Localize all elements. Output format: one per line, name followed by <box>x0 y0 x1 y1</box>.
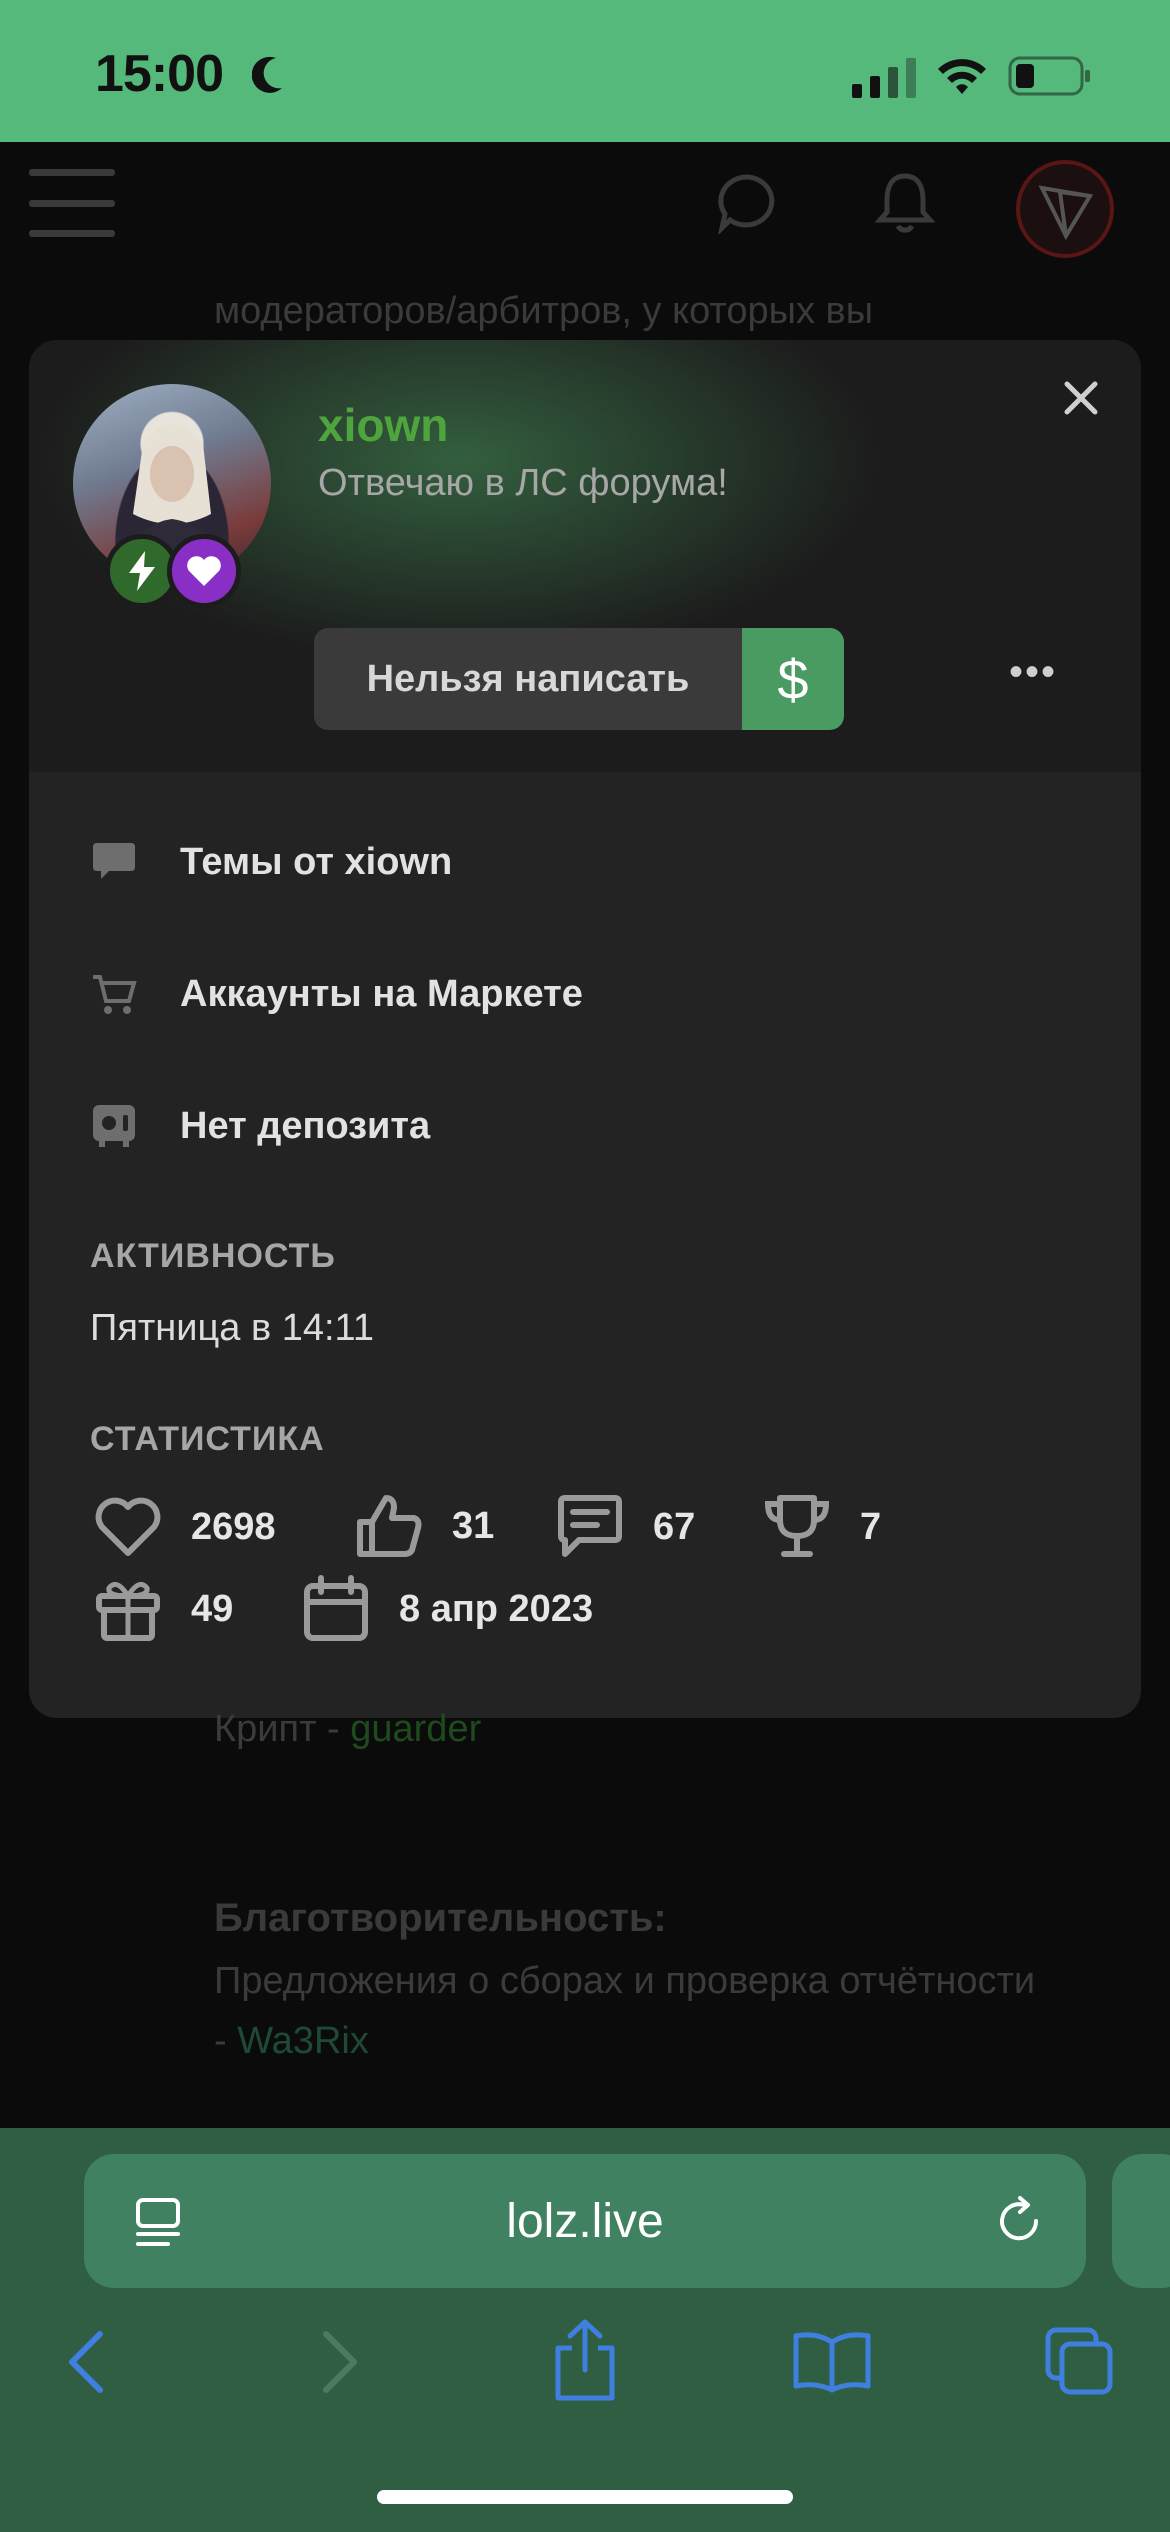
menu-item-threads[interactable]: Темы от xiown <box>29 807 1141 917</box>
stat-trophies: 7 <box>762 1492 881 1562</box>
close-icon[interactable] <box>1063 380 1099 416</box>
moon-icon <box>252 56 282 93</box>
trophy-icon <box>764 1495 830 1557</box>
stat-thumbs: 31 <box>354 1492 494 1560</box>
more-options-button[interactable]: ••• <box>1009 650 1057 695</box>
share-icon[interactable] <box>550 2318 620 2402</box>
chat-bubble-icon <box>93 843 135 879</box>
charity-heading: Благотворительность: <box>214 1896 667 1940</box>
stat-messages: 67 <box>555 1492 695 1562</box>
stat-likes: 2698 <box>93 1495 276 1559</box>
money-transfer-button[interactable]: $ <box>742 628 844 730</box>
trophies-count: 7 <box>860 1505 882 1548</box>
last-activity: Пятница в 14:11 <box>90 1307 374 1349</box>
username[interactable]: xiown <box>318 398 448 452</box>
reload-icon[interactable] <box>992 2194 1046 2248</box>
wifi-icon <box>938 59 986 94</box>
background-cript-line: Крипт - guarder <box>214 1708 481 1751</box>
tron-logo-icon <box>1038 185 1094 241</box>
lightning-icon <box>129 551 155 591</box>
url-text: lolz.live <box>506 2194 664 2248</box>
messages-count: 67 <box>653 1505 696 1548</box>
charity-dash: - <box>214 2020 238 2062</box>
charity-user-link[interactable]: Wa3Rix <box>237 2020 369 2062</box>
page-menu-icon[interactable] <box>134 2196 184 2248</box>
chat-icon[interactable] <box>716 172 778 234</box>
menu-item-market[interactable]: Аккаунты на Маркете <box>29 939 1141 1049</box>
status-bar: 15:00 <box>0 0 1170 142</box>
back-icon[interactable] <box>62 2330 110 2394</box>
calendar-icon <box>304 1575 368 1641</box>
home-indicator <box>377 2490 793 2504</box>
charity-user-line: - Wa3Rix <box>214 2020 369 2063</box>
bookmarks-icon[interactable] <box>792 2328 872 2394</box>
likes-count: 2698 <box>191 1505 276 1548</box>
battery-icon <box>1008 56 1090 96</box>
message-icon <box>558 1495 622 1557</box>
heart-badge[interactable] <box>167 534 241 608</box>
activity-heading: АКТИВНОСТЬ <box>90 1237 336 1275</box>
statistics-heading: СТАТИСТИКА <box>90 1420 325 1458</box>
cript-label: Крипт - <box>214 1708 351 1750</box>
status-time: 15:00 <box>95 45 224 103</box>
stat-gifts: 49 <box>93 1574 233 1644</box>
menu-item-label: Темы от xiown <box>180 840 453 883</box>
menu-item-deposit[interactable]: Нет депозита <box>29 1071 1141 1181</box>
user-status: Отвечаю в ЛС форума! <box>318 462 728 504</box>
tabs-icon[interactable] <box>1044 2326 1116 2398</box>
forward-icon[interactable] <box>316 2330 364 2394</box>
cript-user-link[interactable]: guarder <box>350 1708 481 1750</box>
avatar[interactable] <box>1016 160 1114 258</box>
cant-write-button[interactable]: Нельзя написать <box>314 628 742 730</box>
thumbs-count: 31 <box>452 1504 495 1547</box>
heart-icon <box>187 556 221 586</box>
cellular-signal-icon <box>852 58 916 98</box>
background-text-line: модераторов/арбитров, у которых вы <box>214 290 874 332</box>
site-header <box>0 142 1170 272</box>
card-header: xiown Отвечаю в ЛС форума! Нельзя написа… <box>29 340 1141 772</box>
menu-item-label: Аккаунты на Маркете <box>180 972 583 1015</box>
thumbs-up-icon <box>357 1495 422 1557</box>
stat-registered: 8 апр 2023 <box>301 1574 593 1644</box>
cart-icon <box>93 975 137 1014</box>
heart-outline-icon <box>95 1497 161 1556</box>
gifts-count: 49 <box>191 1587 234 1630</box>
member-tooltip-card: xiown Отвечаю в ЛС форума! Нельзя написа… <box>29 340 1141 1718</box>
safe-icon <box>93 1105 135 1147</box>
menu-item-label: Нет депозита <box>180 1104 431 1147</box>
bell-icon[interactable] <box>874 170 936 236</box>
charity-text: Предложения о сборах и проверка отчётнос… <box>214 1960 1036 2002</box>
registration-date: 8 апр 2023 <box>399 1587 594 1630</box>
address-bar[interactable]: lolz.live <box>84 2154 1086 2288</box>
next-tab-preview[interactable] <box>1112 2154 1170 2288</box>
hamburger-menu-icon[interactable] <box>29 167 115 239</box>
gift-icon <box>96 1581 160 1641</box>
